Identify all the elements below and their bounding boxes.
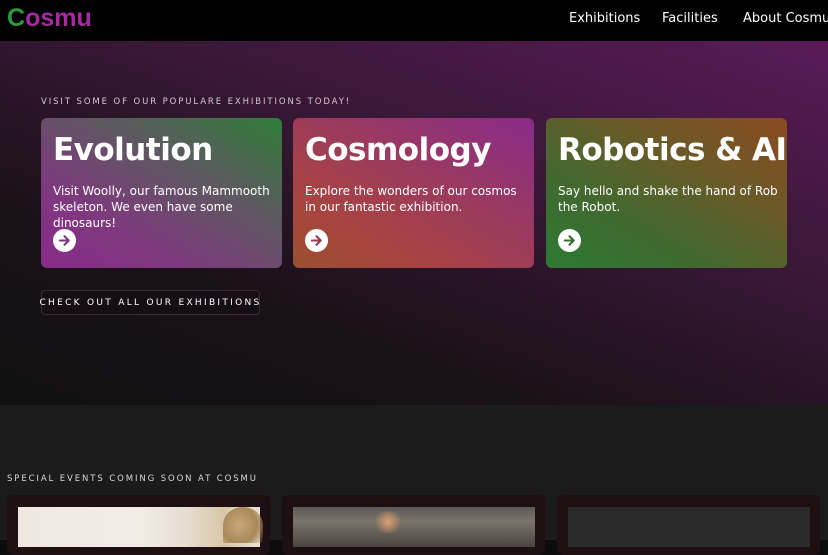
arrow-right-icon[interactable] [305,229,328,252]
event-image [18,507,263,547]
site-header: Cosmu Exhibitions Facilities About Cosmu [0,0,828,41]
card-description: Say hello and shake the hand of Rob the … [558,184,778,214]
events-section: SPECIAL EVENTS COMING SOON AT COSMU [0,405,828,555]
card-description: Explore the wonders of our cosmos in our… [305,184,517,214]
hero-kicker: VISIT SOME OF OUR POPULARE EXHIBITIONS T… [41,97,352,107]
nav-exhibitions[interactable]: Exhibitions [569,11,640,26]
arrow-right-icon[interactable] [558,229,581,252]
card-title: Cosmology [305,132,491,168]
event-card[interactable] [7,495,270,555]
events-kicker: SPECIAL EVENTS COMING SOON AT COSMU [7,474,258,484]
cosmu-logo[interactable]: Cosmu [7,3,92,33]
event-image [293,507,535,547]
exhibition-card-cosmology[interactable]: Cosmology Explore the wonders of our cos… [293,118,534,268]
card-title: Robotics & AI [558,132,787,168]
event-card[interactable] [557,495,820,555]
nav-about[interactable]: About Cosmu [743,11,828,26]
card-title: Evolution [53,132,213,168]
logo-text: osmu [25,4,92,32]
event-card[interactable] [282,495,545,555]
exhibition-card-evolution[interactable]: Evolution Visit Woolly, our famous Mammo… [41,118,282,268]
card-description: Visit Woolly, our famous Mammooth skelet… [53,184,270,230]
nav-facilities[interactable]: Facilities [662,11,718,26]
hero-section: VISIT SOME OF OUR POPULARE EXHIBITIONS T… [0,41,828,405]
event-image [568,507,810,547]
arrow-right-icon[interactable] [53,229,76,252]
exhibition-card-robotics[interactable]: Robotics & AI Say hello and shake the ha… [546,118,787,268]
logo-letter-c: C [7,4,26,32]
all-exhibitions-button[interactable]: CHECK OUT ALL OUR EXHIBITIONS [39,290,260,315]
